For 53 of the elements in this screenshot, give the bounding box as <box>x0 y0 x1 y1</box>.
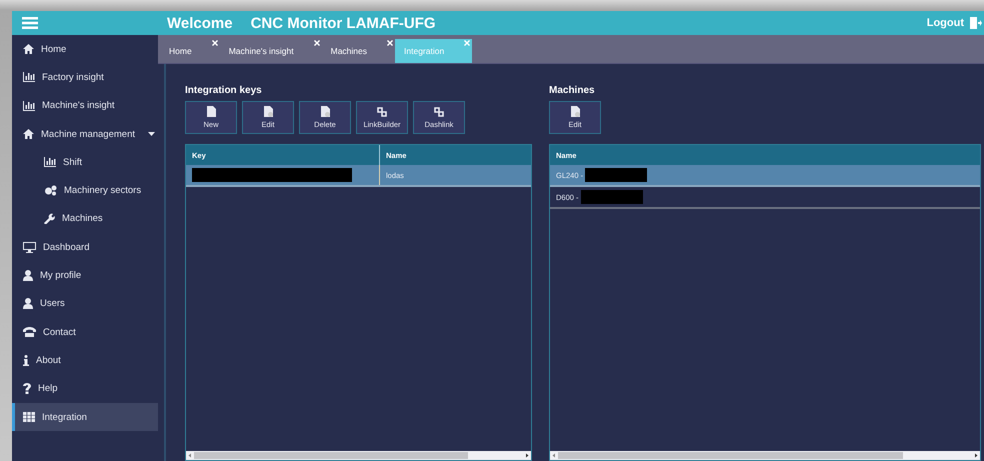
close-icon <box>464 40 470 46</box>
sidebar-item[interactable]: Home <box>12 35 158 64</box>
sidebar-item[interactable]: Users <box>12 290 158 318</box>
home-icon <box>23 129 34 140</box>
tab[interactable]: Home <box>160 39 220 63</box>
sidebar-item[interactable]: Factory insight <box>12 63 158 92</box>
info-icon <box>23 354 29 366</box>
sidebar-item[interactable]: Machine's insight <box>12 92 158 120</box>
app-title: CNC Monitor LAMAF-UFG <box>250 14 436 32</box>
bar-chart-icon <box>44 157 56 168</box>
document-icon <box>570 106 580 117</box>
scroll-right-icon[interactable] <box>523 451 531 460</box>
question-icon <box>23 383 31 394</box>
close-icon <box>387 40 394 46</box>
header-title: Welcome <box>167 14 233 32</box>
close-icon <box>212 40 218 46</box>
scroll-left-icon[interactable] <box>186 451 194 460</box>
sidebar-item[interactable]: Help <box>12 374 158 403</box>
link-icon <box>434 106 444 116</box>
sidebar-item[interactable]: Shift <box>12 148 158 176</box>
sidebar-item[interactable]: Machinery sectors <box>12 176 158 205</box>
document-icon <box>206 106 216 117</box>
bar-chart-icon <box>23 72 35 82</box>
home-icon <box>23 44 34 54</box>
logout-icon <box>970 17 982 29</box>
user-icon <box>23 298 33 310</box>
scrollbar[interactable] <box>550 451 980 460</box>
section-title: Integration keys <box>185 85 263 96</box>
sidebar-item[interactable]: Integration <box>12 402 158 432</box>
menu-icon <box>22 17 38 29</box>
close-icon <box>314 40 320 46</box>
link-icon <box>377 106 387 116</box>
grid-icon <box>23 412 35 422</box>
monitor-icon <box>23 242 36 253</box>
sidebar-item[interactable]: Machine management <box>12 120 158 148</box>
bar-chart-icon <box>23 100 35 111</box>
caret-down-icon <box>148 132 155 137</box>
phone-icon <box>23 327 36 338</box>
sidebar-item[interactable]: Contact <box>12 318 158 346</box>
scroll-right-icon[interactable] <box>972 451 980 460</box>
user-icon <box>23 270 33 282</box>
document-icon <box>264 106 272 117</box>
tab[interactable]: Machine's insight <box>220 39 322 63</box>
sidebar-item[interactable]: Dashboard <box>12 233 158 262</box>
section-title: Machines <box>549 85 596 96</box>
scrollbar[interactable] <box>186 451 531 460</box>
wrench-icon <box>44 213 55 224</box>
tab[interactable]: Machines <box>322 39 396 63</box>
scroll-left-icon[interactable] <box>550 451 558 460</box>
sidebar-item[interactable]: Machines <box>12 204 158 234</box>
sidebar-item[interactable]: My profile <box>12 261 158 290</box>
sidebar-item[interactable]: About <box>12 346 158 375</box>
document-icon <box>320 106 330 117</box>
